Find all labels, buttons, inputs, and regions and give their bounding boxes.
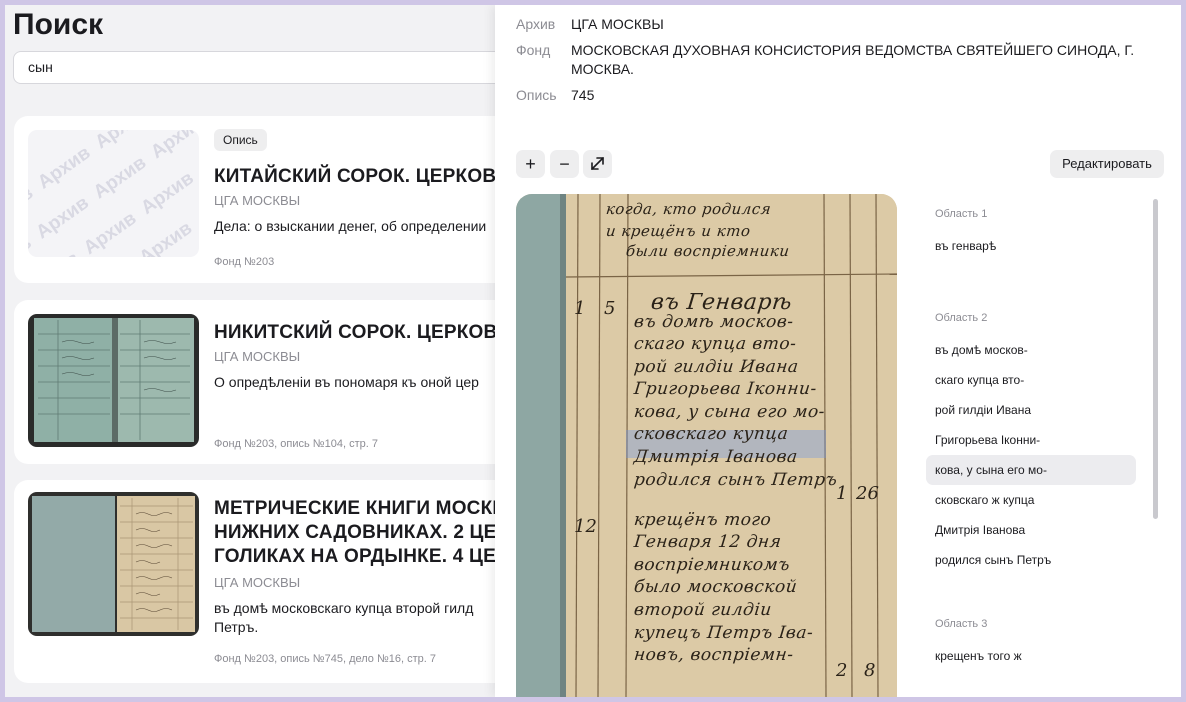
handwriting-number: 8 <box>864 660 876 681</box>
handwriting-number: 1 <box>836 483 848 504</box>
archive-placeholder-thumbnail: Архив Архив Архив Архив Архив Архив Архив Архи… <box>28 130 199 257</box>
result-archive: ЦГА МОСКВЫ <box>214 575 301 590</box>
result-title[interactable]: НИКИТСКИЙ СОРОК. ЦЕРКОВЬ <box>214 321 534 345</box>
region-text-line[interactable]: скаго купца вто- <box>926 365 1136 395</box>
scan-thumbnail <box>28 314 199 447</box>
handwriting-number: 12 <box>574 516 597 537</box>
type-badge: Опись <box>214 129 267 151</box>
page-title: Поиск <box>13 8 104 41</box>
handwriting-line: купецъ Петръ Іва- <box>632 623 815 643</box>
result-meta: Фонд №203 <box>214 256 275 268</box>
result-card[interactable]: МЕТРИЧЕСКИЕ КНИГИ МОСКВА НИЖНИХ САДОВНИК… <box>14 480 534 683</box>
region-text-line[interactable]: кова, у сына его мо- <box>926 455 1136 485</box>
result-title-line[interactable]: МЕТРИЧЕСКИЕ КНИГИ МОСКВА <box>214 497 534 521</box>
fond-value: МОСКОВСКАЯ ДУХОВНАЯ КОНСИСТОРИЯ ВЕДОМСТВ… <box>571 42 1135 77</box>
region-heading: Область 2 <box>935 312 988 324</box>
svg-text:Архив: Архив <box>28 232 36 257</box>
svg-text:Архив: Архив <box>34 142 94 193</box>
handwriting-number: 5 <box>604 298 616 319</box>
svg-text:Архив: Архив <box>90 152 150 203</box>
result-snippet: Дела: о взыскании денег, об определении <box>214 218 487 234</box>
region-text-line[interactable]: крещенъ того ж <box>926 641 1136 671</box>
region-text-line[interactable]: Григорьева Іконни- <box>926 425 1136 455</box>
result-title-line[interactable]: НИЖНИХ САДОВНИКАХ. 2 ЦЕР <box>214 521 534 545</box>
fullscreen-button[interactable] <box>583 150 612 178</box>
result-meta: Фонд №203, опись №104, стр. 7 <box>214 438 378 450</box>
result-card-body: Опись КИТАЙСКИЙ СОРОК. ЦЕРКОВЬ ЦГА МОСКВ… <box>214 129 534 236</box>
handwriting-line: рой гилдіи Ивана <box>632 357 800 377</box>
search-input[interactable]: сын <box>13 51 533 84</box>
handwriting-line: кова, у сына его мо- <box>632 402 827 422</box>
handwriting-line: новъ, воспріемн- <box>632 645 795 665</box>
handwriting-line: воспріемникомъ <box>632 555 792 575</box>
zoom-in-button[interactable]: + <box>516 150 545 178</box>
handwriting-line: когда, кто родился <box>605 200 773 218</box>
result-card-body: МЕТРИЧЕСКИЕ КНИГИ МОСКВА НИЖНИХ САДОВНИК… <box>214 497 534 637</box>
zoom-out-button[interactable]: − <box>550 150 579 178</box>
handwriting-line: Дмитрія Іванова <box>632 447 799 467</box>
archive-watermark-image: АрхивАрхив АрхивАрхив Архив АрхивАрхивАрхи… <box>28 130 199 257</box>
region-text-line[interactable]: въ генварѣ <box>926 231 1136 261</box>
region-text-line[interactable]: рой гилдіи Ивана <box>926 395 1136 425</box>
handwriting-line: Генваря 12 дня <box>632 532 783 552</box>
book-scan-image <box>34 318 194 442</box>
svg-text:Архив: Архив <box>80 208 140 257</box>
scan-thumbnail <box>28 492 199 636</box>
region-text-line[interactable]: родился сынъ Петръ <box>926 545 1136 575</box>
svg-text:Архив: Архив <box>136 218 196 257</box>
document-detail-panel: Архив ЦГА МОСКВЫ Фонд МОСКОВСКАЯ ДУХОВНА… <box>495 5 1181 697</box>
expand-icon <box>591 157 604 170</box>
book-scan-image <box>32 496 195 632</box>
handwriting-line: были воспріемники <box>625 242 791 260</box>
opis-value: 745 <box>571 87 595 103</box>
region-text-line[interactable]: Дмитрія Іванова <box>926 515 1136 545</box>
handwriting-line: скаго купца вто- <box>632 334 798 354</box>
archive-label: Архив <box>516 16 556 32</box>
handwriting-line: второй гилдіи <box>632 600 773 620</box>
region-heading: Область 1 <box>935 208 988 220</box>
handwriting-line: было московской <box>632 577 799 597</box>
edit-button[interactable]: Редактировать <box>1050 150 1164 178</box>
handwriting-line: и крещёнъ и кто <box>605 222 752 240</box>
result-archive: ЦГА МОСКВЫ <box>214 349 301 364</box>
handwriting-number: 2 <box>836 660 848 681</box>
handwriting-line: родился сынъ Петръ <box>632 470 839 490</box>
result-card[interactable]: Архив Архив Архив Архив Архив Архив Архив Архи… <box>14 116 534 283</box>
svg-text:Архив: Архив <box>32 192 92 243</box>
svg-text:Архив: Архив <box>137 168 197 219</box>
result-card-body: НИКИТСКИЙ СОРОК. ЦЕРКОВЬ ЦГА МОСКВЫ О оп… <box>214 321 534 392</box>
svg-text:Архив: Архив <box>91 130 151 153</box>
result-snippet-line: въ домѣ московскаго купца второй гилд <box>214 600 474 616</box>
recognized-regions-list: Область 1 въ генварѣ Область 2 въ домѣ моск… <box>926 205 1136 671</box>
handwriting-line: сковскаго купца <box>632 424 790 444</box>
result-archive: ЦГА МОСКВЫ <box>214 193 301 208</box>
result-snippet-line: Петръ. <box>214 619 259 635</box>
region-heading: Область 3 <box>935 618 988 630</box>
opis-label: Опись <box>516 87 557 103</box>
handwriting-number: 1 <box>574 298 586 319</box>
svg-text:Архив: Архив <box>28 248 83 257</box>
regions-scrollbar[interactable] <box>1153 199 1158 519</box>
handwriting-line: въ домѣ москов- <box>632 312 795 332</box>
region-text-line[interactable]: въ домѣ москов- <box>926 335 1136 365</box>
region-text-line[interactable]: сковскаго ж купца <box>926 485 1136 515</box>
handwriting-line: крещёнъ того <box>632 510 773 530</box>
result-snippet: О опредѣленіи въ пономаря къ оной цер <box>214 374 479 390</box>
archive-value: ЦГА МОСКВЫ <box>571 16 664 32</box>
handwriting-line: Григорьева Іконни- <box>632 379 818 399</box>
result-card[interactable]: НИКИТСКИЙ СОРОК. ЦЕРКОВЬ ЦГА МОСКВЫ О оп… <box>14 300 534 464</box>
result-title-line[interactable]: ГОЛИКАХ НА ОРДЫНКЕ. 4 ЦЕРК <box>214 545 534 569</box>
app-window: Поиск сын Архив Архив Архив Архив Архив Архи… <box>5 5 1181 697</box>
result-title[interactable]: КИТАЙСКИЙ СОРОК. ЦЕРКОВЬ <box>214 165 534 189</box>
document-scan-image[interactable]: когда, кто родился и крещёнъ и кто были во… <box>516 194 897 697</box>
handwriting-number: 26 <box>856 483 879 504</box>
svg-text:Архив: Архив <box>147 130 199 163</box>
result-meta: Фонд №203, опись №745, дело №16, стр. 7 <box>214 653 436 665</box>
fond-label: Фонд <box>516 42 551 58</box>
